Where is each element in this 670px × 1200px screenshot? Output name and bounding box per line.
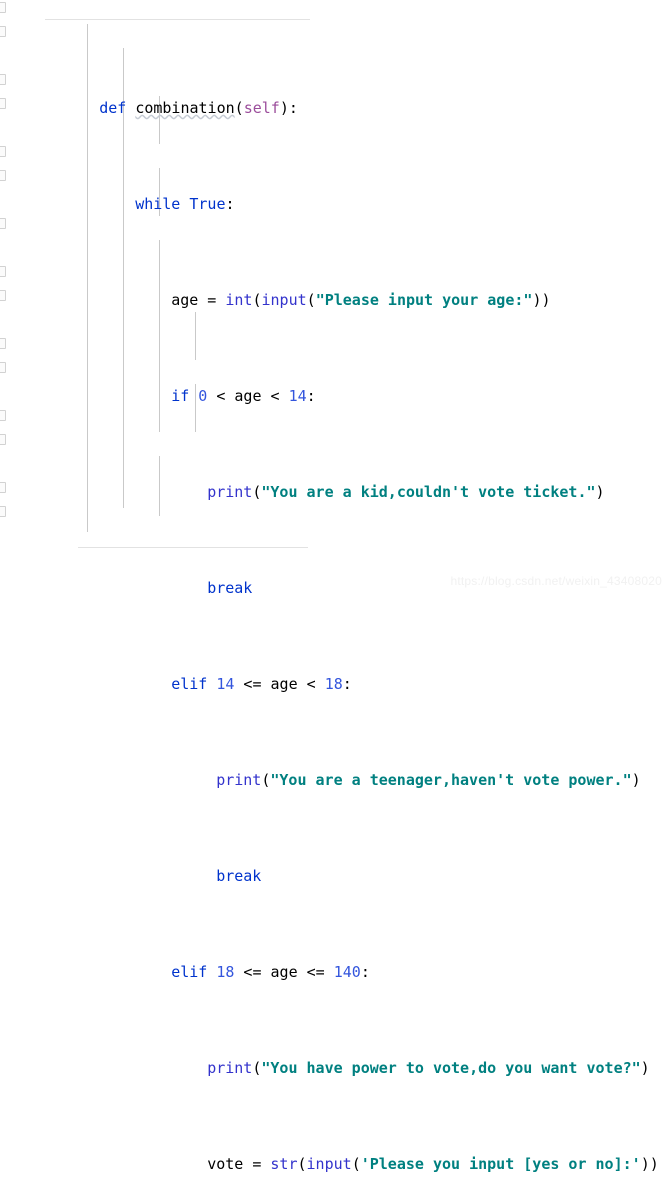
code-line[interactable]: while True: [0, 168, 670, 213]
code-line[interactable]: break [0, 840, 670, 885]
token-builtin: str [270, 1155, 298, 1173]
token-keyword: if [171, 387, 190, 405]
token-builtin: int [225, 291, 253, 309]
code-line[interactable]: if 0 < age < 14: [0, 360, 670, 405]
token-string: "You are a teenager,haven't vote power." [270, 771, 632, 789]
token-string: 'Please you input [yes or no]:' [360, 1155, 641, 1173]
token-number: 14 [288, 387, 307, 405]
csdn-watermark: https://blog.csdn.net/weixin_43408020 [450, 574, 662, 588]
token-keyword: True [189, 195, 226, 213]
token-builtin: input [261, 291, 307, 309]
token-builtin: print [216, 771, 262, 789]
token-keyword: elif [171, 675, 208, 693]
token-string: "You have power to vote,do you want vote… [261, 1059, 641, 1077]
token-keyword: break [207, 579, 253, 597]
token-string: "Please input your age:" [315, 291, 533, 309]
code-line[interactable]: elif 18 <= age <= 140: [0, 936, 670, 981]
code-line[interactable]: def combination(self): [0, 72, 670, 117]
token-number: 18 [216, 963, 235, 981]
code-line[interactable]: print("You are a kid,couldn't vote ticke… [0, 456, 670, 501]
code-line[interactable]: elif 14 <= age < 18: [0, 648, 670, 693]
code-line[interactable]: age = int(input("Please input your age:"… [0, 264, 670, 309]
code-line[interactable]: break [0, 552, 670, 597]
token-keyword: while [135, 195, 181, 213]
code-editor[interactable]: def combination(self): while True: age =… [0, 0, 670, 1173]
token-number: 0 [198, 387, 208, 405]
token-builtin: print [207, 483, 253, 501]
code-line[interactable]: vote = str(input('Please you input [yes … [0, 1128, 670, 1173]
token-keyword: break [216, 867, 262, 885]
token-builtin: input [306, 1155, 352, 1173]
token-number: 18 [324, 675, 343, 693]
token-builtin: print [207, 1059, 253, 1077]
code-line[interactable]: print("You are a teenager,haven't vote p… [0, 744, 670, 789]
code-line[interactable]: print("You have power to vote,do you wan… [0, 1032, 670, 1077]
token-self: self [243, 99, 280, 117]
token-number: 14 [216, 675, 235, 693]
token-function-name: combination [135, 99, 235, 117]
code-content[interactable]: def combination(self): while True: age =… [0, 0, 670, 1200]
token-keyword: def [99, 99, 127, 117]
token-keyword: elif [171, 963, 208, 981]
token-string: "You are a kid,couldn't vote ticket." [261, 483, 596, 501]
token-number: 140 [333, 963, 361, 981]
